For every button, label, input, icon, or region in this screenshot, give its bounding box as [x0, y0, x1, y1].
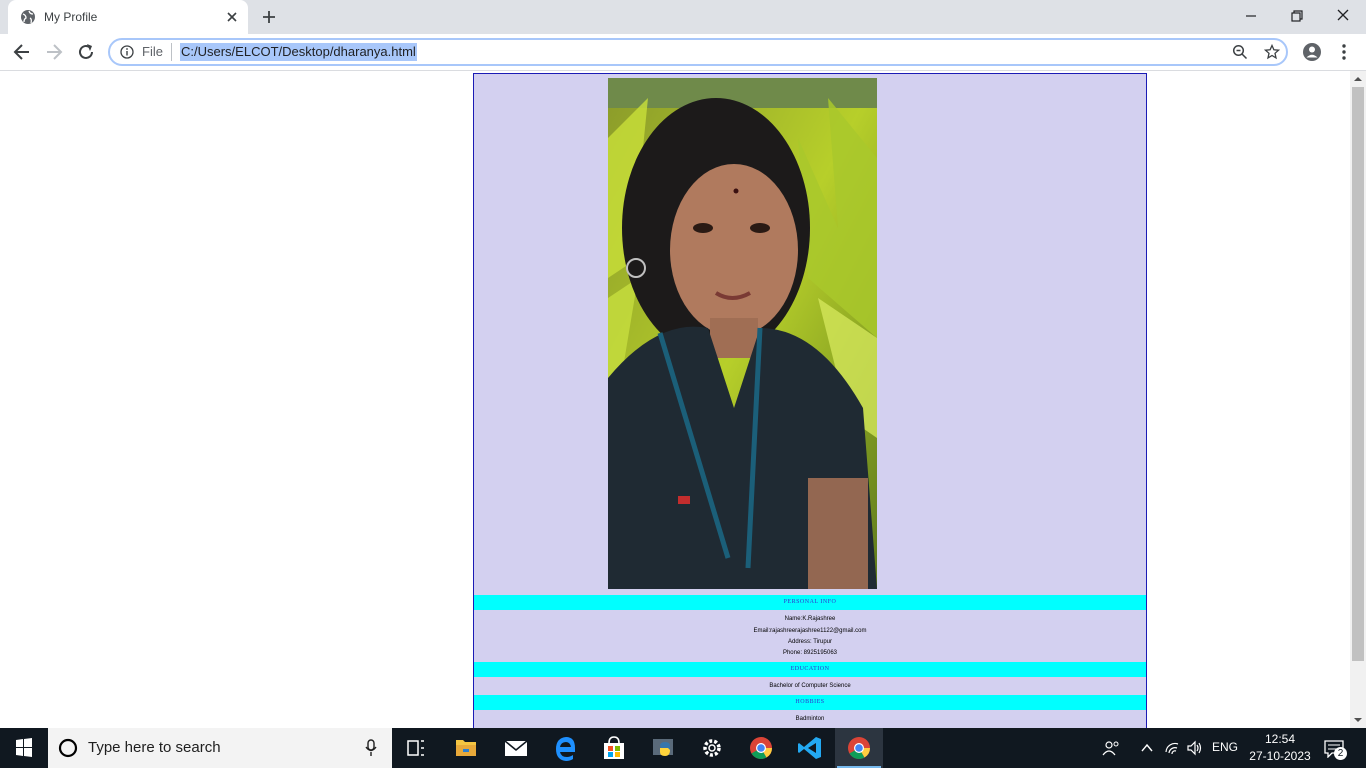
- address-bar[interactable]: File C:/Users/ELCOT/Desktop/dharanya.htm…: [108, 38, 1288, 66]
- profile-photo: [608, 78, 877, 589]
- taskbar-edge[interactable]: [541, 728, 589, 768]
- phone-line: Phone: 8925195063: [782, 650, 838, 656]
- notification-badge: 2: [1334, 747, 1347, 760]
- address-line: Address: Tirupur: [787, 639, 833, 645]
- email-line: Email:rajashreerajashree1122@gmail.com: [753, 628, 867, 634]
- address-separator: [171, 43, 172, 61]
- gear-icon: [703, 739, 721, 757]
- scroll-up-arrow-icon[interactable]: [1354, 75, 1362, 83]
- plus-icon[interactable]: [261, 9, 277, 25]
- folder-icon: [456, 740, 476, 756]
- taskbar-mail[interactable]: [492, 728, 540, 768]
- language-indicator[interactable]: ENG: [1212, 740, 1238, 754]
- info-icon[interactable]: [120, 45, 134, 59]
- chevron-up-icon[interactable]: [1140, 740, 1154, 756]
- taskbar-search-box[interactable]: Type here to search: [48, 728, 392, 768]
- people-icon[interactable]: [1102, 740, 1120, 756]
- restore-icon[interactable]: [1286, 6, 1308, 26]
- section-education: EDUCATION: [474, 662, 1146, 677]
- vertical-scrollbar[interactable]: [1350, 71, 1366, 728]
- tab-my-profile[interactable]: My Profile: [8, 0, 248, 34]
- chrome-icon: [848, 737, 870, 759]
- profile-card: PERSONAL INFO Name:K.Rajashree Email:raj…: [473, 73, 1147, 728]
- windows-taskbar: Type here to search ENG 12:54 27-10-2023…: [0, 728, 1366, 768]
- taskbar-store[interactable]: [590, 728, 638, 768]
- edge-icon: [556, 737, 575, 761]
- scroll-down-arrow-icon[interactable]: [1354, 716, 1362, 724]
- url-text[interactable]: C:/Users/ELCOT/Desktop/dharanya.html: [180, 43, 417, 61]
- clock-date[interactable]: 27-10-2023: [1246, 749, 1314, 763]
- profile-icon[interactable]: [1302, 42, 1322, 62]
- zoom-icon[interactable]: [1232, 44, 1248, 60]
- back-arrow-icon[interactable]: [12, 42, 32, 62]
- clock-time[interactable]: 12:54: [1260, 732, 1300, 746]
- hobbies-line: Badminton: [795, 716, 825, 722]
- microphone-icon[interactable]: [364, 739, 378, 757]
- taskbar-settings[interactable]: [688, 728, 736, 768]
- globe-icon: [21, 10, 35, 24]
- minimize-icon[interactable]: [1240, 6, 1262, 26]
- education-line: Bachelor of Computer Science: [769, 683, 851, 689]
- task-view-button[interactable]: [392, 728, 440, 768]
- section-hobbies: HOBBIES: [474, 695, 1146, 710]
- taskbar-python-app[interactable]: [640, 728, 688, 768]
- browser-toolbar: File C:/Users/ELCOT/Desktop/dharanya.htm…: [0, 34, 1366, 71]
- taskbar-file-explorer[interactable]: [442, 728, 490, 768]
- menu-icon[interactable]: [1336, 42, 1352, 62]
- profile-photo-image: [608, 78, 877, 589]
- forward-arrow-icon[interactable]: [44, 42, 64, 62]
- mail-icon: [504, 740, 528, 756]
- network-icon[interactable]: [1164, 740, 1180, 756]
- reload-icon[interactable]: [76, 42, 96, 62]
- notification-center[interactable]: 2: [1320, 738, 1348, 760]
- taskbar-chrome-active[interactable]: [835, 728, 883, 768]
- taskbar-vscode[interactable]: [786, 728, 834, 768]
- scroll-thumb[interactable]: [1352, 87, 1364, 661]
- task-view-icon: [407, 740, 424, 756]
- volume-icon[interactable]: [1186, 740, 1204, 756]
- tab-strip: My Profile: [0, 0, 1366, 34]
- search-placeholder: Type here to search: [88, 739, 221, 756]
- chrome-icon: [750, 737, 772, 759]
- cortana-circle-icon: [58, 738, 78, 758]
- windows-start-icon[interactable]: [0, 728, 48, 768]
- python-icon: [653, 739, 673, 756]
- store-icon: [604, 736, 624, 759]
- page-viewport: PERSONAL INFO Name:K.Rajashree Email:raj…: [0, 71, 1350, 728]
- name-line: Name:K.Rajashree: [784, 616, 836, 622]
- taskbar-chrome[interactable]: [737, 728, 785, 768]
- tab-title: My Profile: [44, 10, 98, 24]
- section-personal-info: PERSONAL INFO: [474, 595, 1146, 610]
- close-icon[interactable]: [224, 9, 240, 25]
- window-close-icon[interactable]: [1332, 6, 1354, 26]
- scheme-label: File: [142, 44, 163, 59]
- vscode-icon: [798, 737, 821, 759]
- star-icon[interactable]: [1264, 44, 1280, 60]
